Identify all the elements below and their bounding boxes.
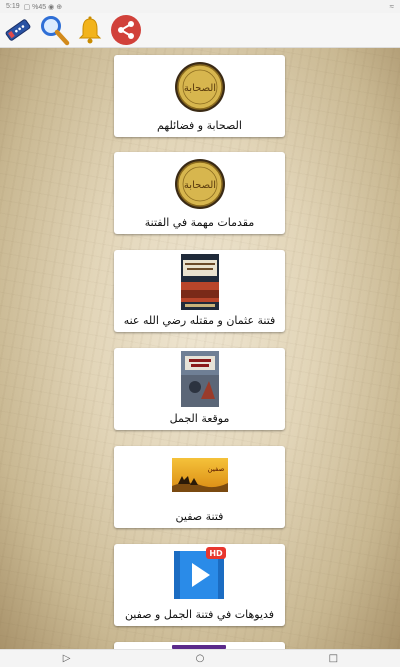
search-icon[interactable] (38, 14, 70, 46)
menu-card-label: فديوهات في فتنة الجمل و صفين (124, 608, 275, 621)
menu-card-uthman-fitna[interactable]: فتنة عثمان و مقتله رضي الله عنه (114, 250, 285, 332)
menu-card-sahaba-virtues[interactable]: الصحابة الصحابة و فضائلهم (114, 55, 285, 137)
status-extras: ▢ %45 ◉ ⊕ (23, 3, 63, 11)
status-time: 5:19 (6, 3, 20, 10)
hd-badge: HD (209, 549, 223, 558)
sahaba-emblem-text: الصحابة (183, 83, 215, 94)
share-icon[interactable] (110, 14, 142, 46)
menu-list: الصحابة الصحابة و فضائلهم الصحابة مقدمات… (0, 48, 400, 649)
book-cover-icon (180, 351, 219, 407)
sahaba-emblem-icon: الصحابة (174, 62, 225, 112)
menu-card-label: فتنة صفين (175, 510, 224, 523)
app-toolbar (0, 13, 400, 48)
menu-card-label: الصحابة و فضائلهم (157, 119, 242, 132)
bell-icon[interactable] (74, 14, 106, 46)
sahaba-emblem-icon: الصحابة (174, 159, 225, 209)
sahaba-emblem-text: الصحابة (183, 180, 215, 191)
menu-card-videos[interactable]: HD فديوهات في فتنة الجمل و صفين (114, 544, 285, 626)
recents-button[interactable]: □ (323, 653, 343, 664)
menu-card-siffin[interactable]: صفين فتنة صفين (114, 446, 285, 528)
menu-card-label: مقدمات مهمة في الفتنة (144, 216, 255, 229)
remote-icon[interactable] (2, 14, 34, 46)
menu-card-fitna-intro[interactable]: الصحابة مقدمات مهمة في الفتنة (114, 152, 285, 234)
menu-card-camel-battle[interactable]: موقعة الجمل (114, 348, 285, 430)
siffin-banner-icon: صفين (171, 458, 228, 492)
video-play-icon: HD (173, 547, 226, 599)
menu-card-label: فتنة عثمان و مقتله رضي الله عنه (123, 314, 276, 327)
menu-card-partial[interactable] (114, 642, 285, 649)
system-nav-bar: ▷ ○ □ (0, 649, 400, 667)
book-cover-icon (180, 254, 219, 310)
back-button[interactable]: ▷ (57, 653, 77, 664)
status-bar: 5:19 ▢ %45 ◉ ⊕ ≈ (0, 0, 400, 13)
wifi-icon: ≈ (389, 2, 394, 11)
menu-card-label: موقعة الجمل (169, 412, 230, 425)
home-button[interactable]: ○ (190, 653, 210, 664)
siffin-banner-text: صفين (207, 465, 224, 473)
